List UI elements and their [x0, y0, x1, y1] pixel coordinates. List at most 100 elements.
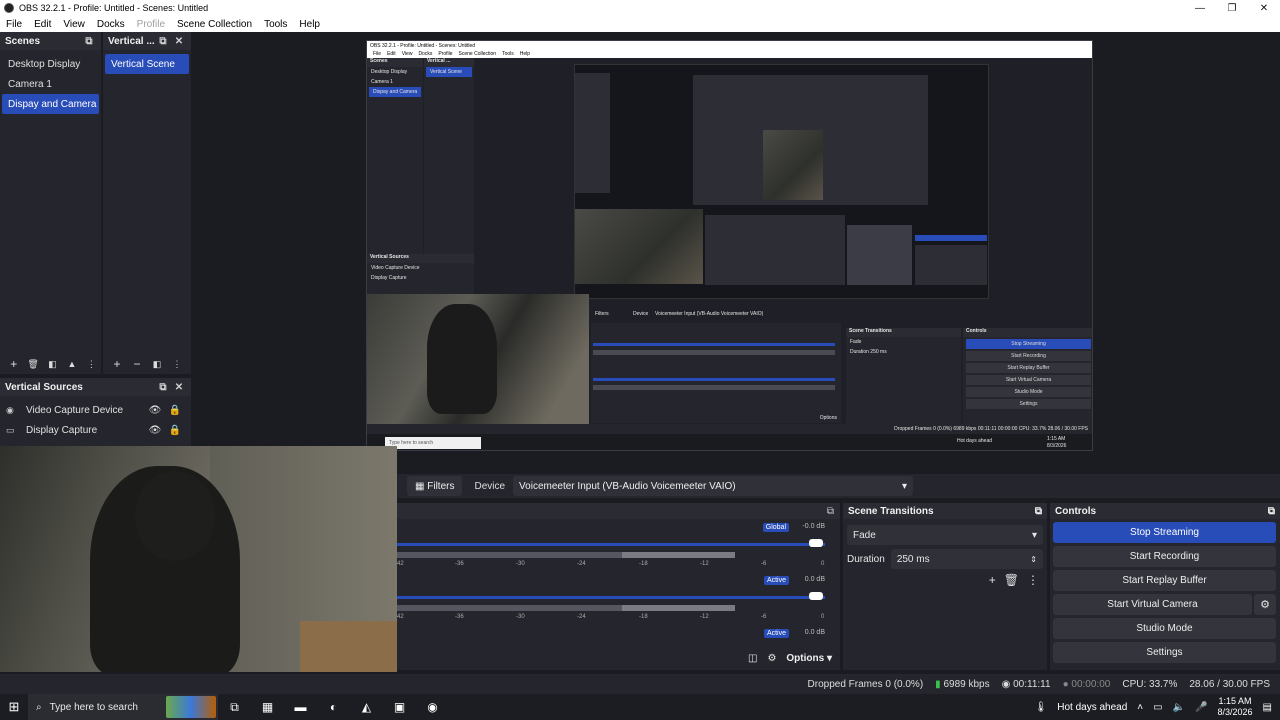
float-dock-icon[interactable]: ⧉ — [1035, 506, 1042, 517]
store-icon[interactable]: ▦ — [251, 700, 284, 714]
remove-transition-icon[interactable]: 🗑 — [1004, 573, 1019, 587]
file-explorer-icon[interactable]: ▬ — [284, 700, 317, 714]
float-dock-icon[interactable]: ⧉ — [156, 36, 170, 47]
fps: 28.06 / 30.00 FPS — [1189, 678, 1270, 690]
edge-browser-icon[interactable]: ◐ — [317, 700, 350, 714]
taskbar-clock[interactable]: 1:15 AM 8/3/2026 — [1218, 696, 1253, 718]
virtual-camera-settings-gear-icon[interactable]: ⚙ — [1254, 594, 1276, 615]
microphone-icon[interactable]: 🎤 — [1195, 702, 1207, 713]
nested-control-button: Start Virtual Camera — [966, 375, 1091, 385]
controls-header: Controls ⧉ — [1050, 503, 1280, 519]
remove-scene-icon[interactable]: 🗑 — [23, 359, 42, 370]
scene-item-camera-1[interactable]: Camera 1 — [2, 74, 99, 94]
transition-dropdown[interactable]: Fade ▾ — [847, 525, 1043, 545]
nested-menu-item: Tools — [502, 51, 514, 57]
nested-time: 1:15 AM — [1047, 436, 1066, 442]
volume-knob[interactable] — [809, 539, 823, 547]
scene-item-desktop-display[interactable]: Desktop Display — [2, 54, 99, 74]
search-highlight-image — [166, 696, 216, 718]
float-dock-icon[interactable]: ⧉ — [156, 382, 170, 393]
float-dock-icon[interactable]: ⧉ — [82, 36, 96, 47]
move-up-icon[interactable]: ▲ — [62, 359, 81, 369]
spin-arrows-icon[interactable]: ⇕ — [1030, 555, 1037, 564]
menu-view[interactable]: View — [57, 19, 91, 30]
close-dock-icon[interactable]: ✕ — [172, 36, 186, 47]
record-icon: ● — [1062, 678, 1069, 690]
duration-spinbox[interactable]: 250 ms ⇕ — [890, 549, 1043, 569]
network-icon[interactable]: ▭ — [1153, 702, 1162, 713]
add-vertical-scene-icon[interactable]: + — [107, 357, 127, 371]
source-row-display-capture[interactable]: ▭ Display Capture 👁 🔒 — [0, 420, 191, 440]
obs-logo-icon — [4, 3, 14, 13]
voicemeeter-icon[interactable]: ▣ — [383, 700, 416, 714]
menu-help[interactable]: Help — [293, 19, 326, 30]
minimize-button[interactable]: — — [1184, 0, 1216, 16]
obs-taskbar-icon[interactable]: ◉ — [416, 700, 449, 714]
more-options-icon[interactable]: ⋮ — [82, 359, 101, 370]
float-dock-icon[interactable]: ⧉ — [1268, 506, 1275, 517]
source-row-video-capture[interactable]: ◉ Video Capture Device 👁 🔒 — [0, 400, 191, 420]
vertical-scene-item[interactable]: Vertical Scene — [105, 54, 189, 74]
scene-transitions-header: Scene Transitions ⧉ — [843, 503, 1047, 519]
scene-filters-icon[interactable]: ◧ — [43, 359, 62, 370]
volume-slider[interactable] — [397, 543, 825, 546]
more-options-icon[interactable]: ⋮ — [167, 359, 187, 370]
remove-vertical-scene-icon[interactable]: − — [127, 357, 147, 371]
start-virtual-camera-button[interactable]: Start Virtual Camera — [1053, 594, 1252, 615]
settings-button[interactable]: Settings — [1053, 642, 1276, 663]
nested-scenes-title: Scenes — [367, 58, 423, 67]
float-dock-icon[interactable]: ⧉ — [827, 506, 834, 517]
nested-recursive-capture — [574, 64, 989, 299]
virtual-camera-row: Start Virtual Camera ⚙ — [1050, 591, 1280, 615]
menu-edit[interactable]: Edit — [28, 19, 57, 30]
nested-menu-item: Edit — [387, 51, 396, 57]
menu-file[interactable]: File — [0, 19, 28, 30]
mixer-layout-icon[interactable]: ◫ — [748, 653, 757, 664]
menu-scene-collection[interactable]: Scene Collection — [171, 19, 258, 30]
windows-start-icon[interactable]: ⊞ — [0, 699, 28, 715]
add-scene-icon[interactable]: + — [4, 357, 23, 371]
close-button[interactable]: ✕ — [1248, 0, 1280, 16]
meter-ticks: 42 -36 -30 -24 -18 -12 -6 0 — [397, 561, 825, 571]
filters-button[interactable]: ▦ Filters — [407, 476, 463, 496]
start-recording-button[interactable]: Start Recording — [1053, 546, 1276, 567]
nested-duration: 250 ms — [870, 349, 887, 355]
add-transition-icon[interactable]: + — [989, 573, 996, 587]
transition-more-icon[interactable]: ⋮ — [1027, 573, 1039, 587]
menu-tools[interactable]: Tools — [258, 19, 293, 30]
scene-item-display-and-camera[interactable]: Dispay and Camera — [2, 94, 99, 114]
scenes-dock-header: Scenes ⧉ — [0, 32, 101, 50]
webcam-feed — [0, 446, 397, 672]
app-launcher-icon[interactable]: ◭ — [350, 700, 383, 714]
taskbar-search[interactable]: ⌕ Type here to search — [28, 694, 218, 720]
vertical-scene-filters-icon[interactable]: ◧ — [147, 359, 167, 370]
lock-icon[interactable]: 🔒 — [165, 425, 185, 436]
maximize-button[interactable]: ❐ — [1216, 0, 1248, 16]
stop-streaming-button[interactable]: Stop Streaming — [1053, 522, 1276, 543]
filters-icon: ▦ — [415, 480, 425, 492]
volume-slider[interactable] — [397, 596, 825, 599]
filters-label: Filters — [427, 480, 455, 492]
system-tray: 🌡 Hot days ahead ˄ ▭ 🔈 🎤 1:15 AM 8/3/202… — [1035, 696, 1280, 718]
tray-chevron-up-icon[interactable]: ˄ — [1137, 702, 1143, 713]
source-label: Video Capture Device — [26, 404, 124, 416]
weather-text[interactable]: Hot days ahead — [1057, 702, 1127, 713]
options-button[interactable]: Options ▾ — [786, 653, 832, 664]
monitor-icon: ▭ — [6, 424, 15, 435]
notifications-icon[interactable]: ▤ — [1263, 702, 1272, 713]
studio-mode-button[interactable]: Studio Mode — [1053, 618, 1276, 639]
close-dock-icon[interactable]: ✕ — [172, 382, 186, 393]
visibility-eye-icon[interactable]: 👁 — [145, 405, 165, 416]
volume-knob[interactable] — [809, 592, 823, 600]
task-view-icon[interactable]: ⧉ — [218, 700, 251, 715]
menu-docks[interactable]: Docks — [91, 19, 131, 30]
title-bar: OBS 32.2.1 - Profile: Untitled - Scenes:… — [0, 0, 1280, 16]
lock-icon[interactable]: 🔒 — [165, 405, 185, 416]
start-replay-buffer-button[interactable]: Start Replay Buffer — [1053, 570, 1276, 591]
menu-profile[interactable]: Profile — [131, 19, 171, 30]
visibility-eye-icon[interactable]: 👁 — [145, 425, 165, 436]
device-dropdown[interactable]: Voicemeeter Input (VB-Audio Voicemeeter … — [513, 476, 914, 496]
advanced-audio-icon[interactable]: ⚙ — [767, 653, 776, 664]
volume-icon[interactable]: 🔈 — [1173, 702, 1185, 713]
chevron-down-icon: ▾ — [1031, 529, 1037, 541]
